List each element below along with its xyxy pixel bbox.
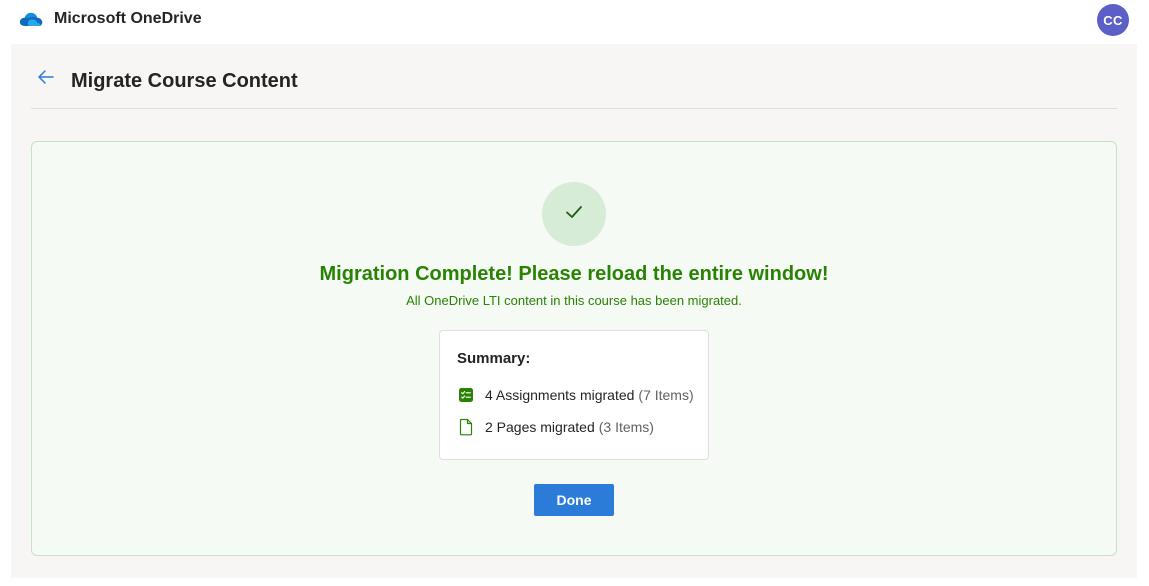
summary-item-pages: 2 Pages migrated (3 Items) [457, 418, 654, 436]
summary-item-count: (7 Items) [638, 387, 694, 403]
checkmark-icon [563, 201, 585, 228]
top-bar: Microsoft OneDrive CC [0, 0, 1149, 40]
success-badge [542, 182, 606, 246]
done-button[interactable]: Done [534, 484, 614, 516]
main-panel: Migrate Course Content Migration Complet… [11, 44, 1137, 578]
summary-item-count: (3 Items) [598, 419, 654, 435]
success-headline: Migration Complete! Please reload the en… [319, 263, 829, 285]
summary-title: Summary: [457, 350, 531, 367]
migration-result-card: Migration Complete! Please reload the en… [31, 141, 1117, 556]
avatar[interactable]: CC [1097, 4, 1129, 36]
brand: Microsoft OneDrive [18, 8, 202, 30]
summary-item-assignments: 4 Assignments migrated (7 Items) [457, 386, 694, 404]
page-title: Migrate Course Content [71, 70, 298, 92]
page-header: Migrate Course Content [31, 44, 1117, 109]
assignment-checklist-icon [457, 386, 475, 404]
app-title: Microsoft OneDrive [54, 10, 202, 27]
summary-item-label: 4 Assignments migrated [485, 387, 635, 403]
back-button[interactable] [35, 68, 57, 90]
summary-item-label: 2 Pages migrated [485, 419, 595, 435]
success-subtext: All OneDrive LTI content in this course … [406, 293, 742, 308]
page-document-icon [457, 418, 475, 436]
arrow-left-icon [36, 67, 56, 92]
onedrive-cloud-icon [18, 9, 44, 29]
summary-box: Summary: 4 Assignments migrated (7 Items… [439, 330, 709, 460]
